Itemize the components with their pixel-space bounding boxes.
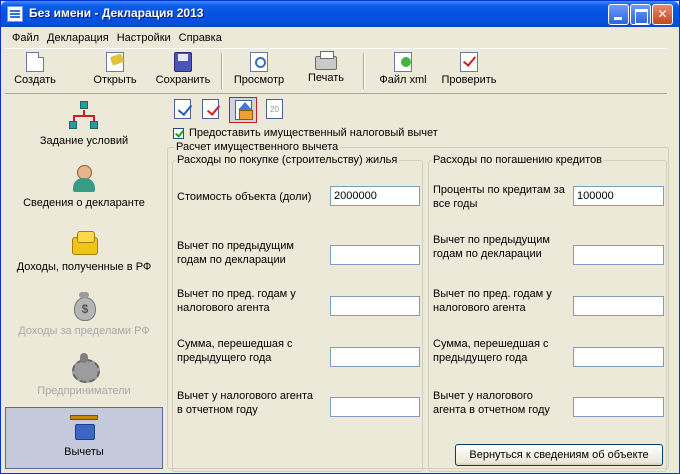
housing-expenses-title: Расходы по покупке (строительству) жилья (175, 154, 400, 166)
new-document-icon (26, 52, 44, 72)
preview-button[interactable]: Просмотр (229, 52, 289, 92)
checkmark-icon (202, 99, 219, 119)
sidebar-item-label: Сведения о декларанте (23, 197, 145, 209)
floppy-disk-icon (174, 52, 192, 72)
sidebar-item-declarant[interactable]: Сведения о декларанте (5, 161, 163, 221)
loan-expenses-group: Расходы по погашению кредитов Проценты п… (428, 154, 667, 472)
group-title: Расчет имущественного вычета (174, 141, 341, 153)
save-button[interactable]: Сохранить (151, 52, 215, 92)
field-label: Вычет у налогового агента в отчетном год… (177, 390, 314, 416)
prev-years-agent-input[interactable] (330, 296, 420, 316)
menu-settings[interactable]: Настройки (113, 30, 175, 46)
toolbar-separator (221, 53, 223, 89)
open-label: Открыть (93, 74, 137, 86)
carried-over-input[interactable] (330, 347, 420, 367)
sidebar-item-entrepreneurs[interactable]: Предприниматели (5, 349, 163, 409)
sidebar-item-label: Доходы, полученные в РФ (16, 261, 152, 273)
loan-expenses-title: Расходы по погашению кредитов (431, 154, 605, 166)
tab-property-deduction[interactable] (229, 97, 257, 123)
scales-icon (69, 412, 99, 442)
current-year-agent-input[interactable] (330, 397, 420, 417)
app-window: Без имени - Декларация 2013 ✕ Файл Декла… (0, 0, 680, 474)
print-button[interactable]: Печать (301, 51, 351, 92)
maximize-button[interactable] (630, 4, 651, 25)
sidebar-item-label: Задание условий (39, 135, 129, 147)
field-label: Сумма, перешедшая с предыдущего года (177, 338, 293, 364)
create-button[interactable]: Создать (13, 52, 57, 92)
sidebar-item-label: Доходы за пределами РФ (18, 325, 150, 337)
field-label: Вычет у налогового агента в отчетном год… (433, 390, 550, 416)
sidebar-item-label: Предприниматели (37, 385, 131, 397)
open-folder-icon (106, 52, 124, 72)
field-label: Вычет по пред. годам у налогового агента (177, 288, 296, 314)
housing-expenses-group: Расходы по покупке (строительству) жилья… (172, 154, 423, 472)
property-deduction-label: Предоставить имущественный налоговый выч… (189, 127, 438, 139)
app-icon (7, 6, 23, 22)
menu-declaration[interactable]: Декларация (43, 30, 113, 46)
coins-icon (69, 227, 99, 257)
property-deduction-group: Расчет имущественного вычета Расходы по … (167, 141, 669, 472)
preview-magnifier-icon (250, 52, 268, 72)
tree-icon (69, 101, 99, 131)
loan-prev-years-agent-input[interactable] (573, 296, 664, 316)
sidebar: Задание условий Сведения о декларанте До… (5, 95, 165, 471)
preview-label: Просмотр (233, 74, 285, 86)
sidebar-item-income-abroad[interactable]: Доходы за пределами РФ (5, 289, 163, 349)
tab-social-deduction[interactable] (199, 97, 223, 123)
field-label: Проценты по кредитам за все годы (433, 184, 565, 210)
loan-carried-over-input[interactable] (573, 347, 664, 367)
object-cost-input[interactable] (330, 186, 420, 206)
money-bag-icon (69, 291, 99, 321)
clipboard-icon (174, 99, 191, 119)
person-icon (69, 163, 99, 193)
return-to-object-button[interactable]: Вернуться к сведениям об объекте (455, 444, 663, 466)
sidebar-item-deductions[interactable]: Вычеты (5, 407, 163, 469)
sidebar-item-label: Вычеты (64, 446, 104, 458)
close-button[interactable]: ✕ (652, 4, 673, 25)
print-label: Печать (307, 72, 345, 84)
title-bar[interactable]: Без имени - Декларация 2013 ✕ (1, 1, 679, 27)
check-button[interactable]: Проверить (437, 52, 501, 92)
menu-bar: Файл Декларация Настройки Справка (5, 28, 675, 47)
field-label: Вычет по предыдущим годам по декларации (177, 240, 294, 266)
field-label: Вычет по пред. годам у налогового агента (433, 288, 552, 314)
gear-icon (69, 351, 100, 383)
deductions-panel: 20 Предоставить имущественный налоговый … (165, 95, 671, 472)
open-button[interactable]: Открыть (89, 52, 141, 92)
field-label: Стоимость объекта (доли) (177, 191, 312, 203)
tab-other-deduction[interactable]: 20 (263, 97, 287, 123)
xml-file-button[interactable]: Файл xml (375, 52, 431, 92)
minimize-button[interactable] (608, 4, 629, 25)
field-label: Сумма, перешедшая с предыдущего года (433, 338, 549, 364)
printer-icon (315, 51, 337, 70)
xml-file-icon (394, 52, 412, 72)
house-icon (235, 100, 253, 120)
loan-current-year-agent-input[interactable] (573, 397, 664, 417)
toolbar: Создать Открыть Сохранить Просмотр Печат… (5, 48, 667, 94)
save-label: Сохранить (155, 74, 211, 86)
prev-years-declaration-input[interactable] (330, 245, 420, 265)
xml-label: Файл xml (379, 74, 427, 86)
sidebar-item-income-rf[interactable]: Доходы, полученные в РФ (5, 225, 163, 285)
menu-file[interactable]: Файл (8, 30, 43, 46)
create-label: Создать (14, 74, 56, 86)
checkmark-document-icon (460, 52, 478, 72)
property-deduction-toggle[interactable]: Предоставить имущественный налоговый выч… (173, 127, 438, 139)
window-title: Без имени - Декларация 2013 (29, 6, 204, 20)
property-deduction-checkbox[interactable] (173, 127, 184, 139)
field-label: Вычет по предыдущим годам по декларации (433, 234, 550, 260)
tab-standard-deduction[interactable] (171, 97, 195, 123)
loan-interest-input[interactable] (573, 186, 664, 206)
check-label: Проверить (441, 74, 497, 86)
menu-help[interactable]: Справка (175, 30, 226, 46)
document-grey-icon: 20 (266, 99, 283, 119)
loan-prev-years-declaration-input[interactable] (573, 245, 664, 265)
sidebar-item-conditions[interactable]: Задание условий (5, 99, 163, 159)
toolbar-separator (363, 53, 365, 89)
